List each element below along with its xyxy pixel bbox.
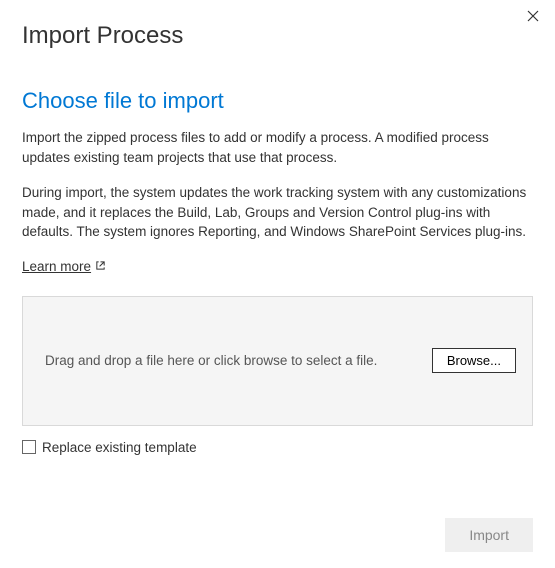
close-button[interactable] <box>523 8 543 28</box>
dropzone-text: Drag and drop a file here or click brows… <box>39 353 377 368</box>
intro-paragraph-2: During import, the system updates the wo… <box>22 183 533 242</box>
external-link-icon <box>95 259 106 274</box>
dialog-content: Choose file to import Import the zipped … <box>0 88 555 455</box>
close-icon <box>527 9 539 27</box>
learn-more-label: Learn more <box>22 259 91 274</box>
dialog-footer: Import <box>445 518 533 552</box>
section-heading: Choose file to import <box>22 88 533 114</box>
replace-template-row: Replace existing template <box>22 440 533 455</box>
learn-more-link[interactable]: Learn more <box>22 259 106 274</box>
browse-button[interactable]: Browse... <box>432 348 516 373</box>
dialog-title: Import Process <box>0 0 555 50</box>
import-button[interactable]: Import <box>445 518 533 552</box>
file-dropzone[interactable]: Drag and drop a file here or click brows… <box>22 296 533 426</box>
replace-template-checkbox[interactable] <box>22 440 36 454</box>
intro-paragraph-1: Import the zipped process files to add o… <box>22 128 533 167</box>
replace-template-label: Replace existing template <box>42 440 197 455</box>
